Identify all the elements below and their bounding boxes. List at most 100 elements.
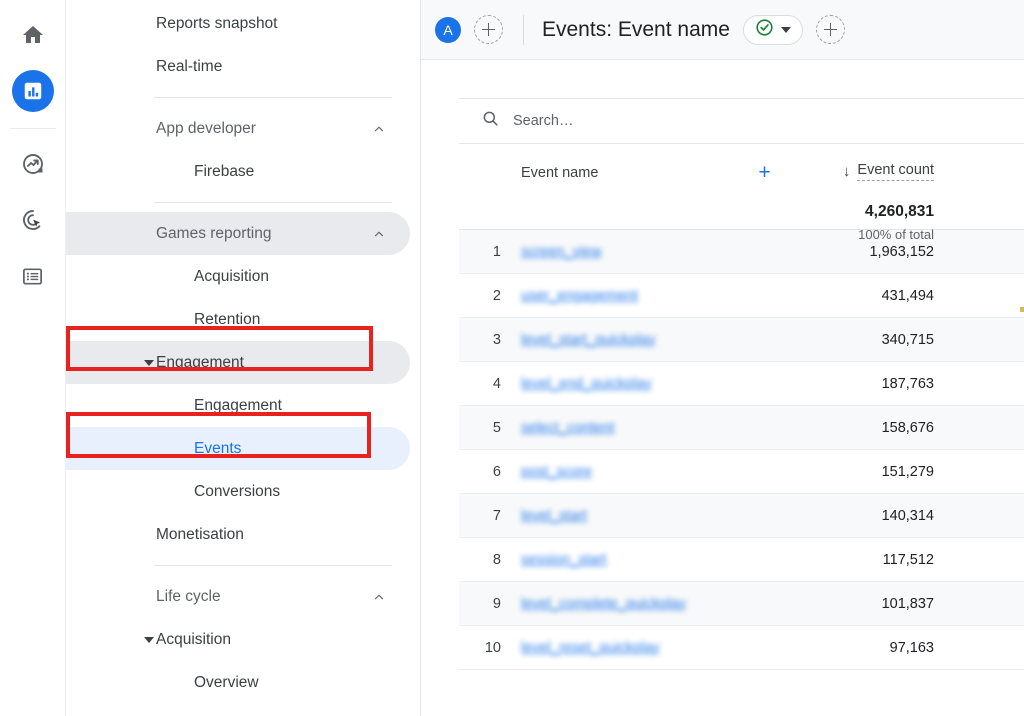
event-name-link[interactable]: level_start_quickplay bbox=[521, 332, 656, 348]
sidebar-item-retention[interactable]: Retention bbox=[66, 298, 410, 341]
row-event-count: 187,763 bbox=[799, 376, 1024, 392]
event-name-link[interactable]: level_reset_quickplay bbox=[521, 640, 660, 656]
table-row[interactable]: 5select_content 158,676 bbox=[459, 406, 1024, 450]
sidebar-item-label: Monetisation bbox=[156, 527, 244, 543]
metric-sort-control[interactable]: ↓ Event count bbox=[799, 162, 934, 181]
row-index: 2 bbox=[459, 288, 521, 304]
rail-divider bbox=[10, 128, 56, 129]
row-event-name: level_start bbox=[521, 508, 799, 524]
row-event-name: user_engagement bbox=[521, 288, 799, 304]
chevron-down-icon bbox=[781, 27, 791, 33]
row-event-count: 101,837 bbox=[799, 596, 1024, 612]
rail-item-reports[interactable] bbox=[12, 70, 54, 112]
explore-icon bbox=[21, 152, 45, 176]
row-event-count: 340,715 bbox=[799, 332, 1024, 348]
caret-down-icon bbox=[144, 360, 154, 366]
event-name-link[interactable]: user_engagement bbox=[521, 288, 638, 304]
chevron-up-icon bbox=[372, 590, 386, 604]
search-input[interactable]: Search… bbox=[513, 113, 573, 129]
nav-divider bbox=[154, 565, 392, 566]
table-row[interactable]: 10level_reset_quickplay 97,163 bbox=[459, 626, 1024, 670]
table-row[interactable]: 4level_end_quickplay 187,763 bbox=[459, 362, 1024, 406]
rail-item-advertising[interactable] bbox=[12, 199, 54, 241]
rail-item-configure[interactable] bbox=[12, 255, 54, 297]
sidebar-item-games-reporting[interactable]: Games reporting bbox=[66, 212, 410, 255]
sidebar-item-events[interactable]: Events bbox=[66, 427, 410, 470]
search-icon bbox=[481, 109, 500, 133]
page-title: Events: Event name bbox=[542, 18, 730, 42]
primary-icon-rail bbox=[0, 0, 66, 716]
sidebar-item-label: Engagement bbox=[194, 398, 282, 414]
sidebar-item-firebase[interactable]: Firebase bbox=[66, 150, 410, 193]
table-row[interactable]: 7level_start140,314 bbox=[459, 494, 1024, 538]
row-event-count: 1,963,152 bbox=[799, 244, 1024, 260]
plus-icon bbox=[482, 23, 495, 36]
sidebar-item-label: Games reporting bbox=[156, 226, 271, 242]
table-row[interactable]: 9level_complete_quickplay 101,837 bbox=[459, 582, 1024, 626]
row-event-name: level_start_quickplay bbox=[521, 332, 799, 348]
row-event-count: 158,676 bbox=[799, 420, 1024, 436]
add-comparison-button[interactable] bbox=[474, 15, 503, 44]
row-index: 5 bbox=[459, 420, 521, 436]
table-search-bar[interactable]: Search… bbox=[459, 98, 1024, 144]
sidebar-item-label: Life cycle bbox=[156, 589, 221, 605]
sidebar-item-user-acquisition[interactable]: User acquisition bbox=[66, 704, 410, 716]
sidebar-item-real-time[interactable]: Real-time bbox=[66, 45, 410, 88]
sidebar-item-label: Acquisition bbox=[194, 269, 269, 285]
sidebar-item-label: Reports snapshot bbox=[156, 16, 278, 32]
sidebar-item-label: Engagement bbox=[156, 355, 244, 371]
sidebar-item-conversions[interactable]: Conversions bbox=[66, 470, 410, 513]
offscreen-column-fragment bbox=[1020, 307, 1024, 312]
reports-navigation-sidebar: Reports snapshot Real-time App developerFi… bbox=[66, 0, 421, 716]
table-row[interactable]: 8session_start117,512 bbox=[459, 538, 1024, 582]
dimension-column-label[interactable]: Event name bbox=[521, 165, 598, 181]
table-row[interactable]: 6post_score 151,279 bbox=[459, 450, 1024, 494]
sidebar-item-acquisition[interactable]: Acquisition bbox=[66, 255, 410, 298]
sidebar-item-app-developer[interactable]: App developer bbox=[66, 107, 410, 150]
row-event-name: level_end_quickplay bbox=[521, 376, 799, 392]
event-name-link[interactable]: level_end_quickplay bbox=[521, 376, 652, 392]
data-quality-status-button[interactable] bbox=[743, 15, 803, 45]
event-name-link[interactable]: session_start bbox=[521, 552, 606, 568]
sidebar-item-life-cycle[interactable]: Life cycle bbox=[66, 575, 410, 618]
event-name-link[interactable]: screen_view bbox=[521, 244, 602, 260]
table-body: 1screen_view1,963,1522user_engagement431… bbox=[459, 230, 1024, 670]
add-dimension-button[interactable]: + bbox=[758, 162, 770, 183]
event-name-link[interactable]: post_score bbox=[521, 464, 592, 480]
row-index: 10 bbox=[459, 640, 521, 656]
sort-descending-icon: ↓ bbox=[843, 164, 851, 179]
check-circle-icon bbox=[755, 18, 774, 42]
sidebar-item-label: Events bbox=[194, 441, 241, 457]
row-event-count: 151,279 bbox=[799, 464, 1024, 480]
plus-icon bbox=[824, 23, 837, 36]
row-index: 6 bbox=[459, 464, 521, 480]
reports-icon bbox=[22, 80, 44, 102]
row-index: 4 bbox=[459, 376, 521, 392]
add-item-button[interactable] bbox=[816, 15, 845, 44]
nav-list: Reports snapshot Real-time App developerFi… bbox=[66, 2, 420, 716]
account-avatar[interactable]: A bbox=[435, 17, 461, 43]
table-row[interactable]: 3level_start_quickplay340,715 bbox=[459, 318, 1024, 362]
sidebar-item-engagement[interactable]: Engagement bbox=[66, 341, 410, 384]
sidebar-item-engagement[interactable]: Engagement bbox=[66, 384, 410, 427]
table-row[interactable]: 2user_engagement431,494 bbox=[459, 274, 1024, 318]
sidebar-item-monetisation[interactable]: Monetisation bbox=[66, 513, 410, 556]
sidebar-item-label: Retention bbox=[194, 312, 260, 328]
sidebar-item-overview[interactable]: Overview bbox=[66, 661, 410, 704]
sidebar-item-acquisition[interactable]: Acquisition bbox=[66, 618, 410, 661]
row-event-name: select_content bbox=[521, 420, 799, 436]
sidebar-item-label: Real-time bbox=[156, 59, 222, 75]
event-name-link[interactable]: level_start bbox=[521, 508, 587, 524]
row-index: 9 bbox=[459, 596, 521, 612]
sidebar-item-label: Acquisition bbox=[156, 632, 231, 648]
row-event-count: 97,163 bbox=[799, 640, 1024, 656]
event-name-link[interactable]: level_complete_quickplay bbox=[521, 596, 686, 612]
nav-divider bbox=[154, 202, 392, 203]
rail-item-explore[interactable] bbox=[12, 143, 54, 185]
rail-item-home[interactable] bbox=[12, 14, 54, 56]
event-name-link[interactable]: select_content bbox=[521, 420, 615, 436]
row-event-name: level_reset_quickplay bbox=[521, 640, 799, 656]
sidebar-item-reports-snapshot[interactable]: Reports snapshot bbox=[66, 2, 410, 45]
dimension-column-header: Event name + bbox=[521, 144, 799, 183]
metric-column-header: ↓ Event count 4,260,831 100% of total bbox=[799, 144, 1024, 242]
